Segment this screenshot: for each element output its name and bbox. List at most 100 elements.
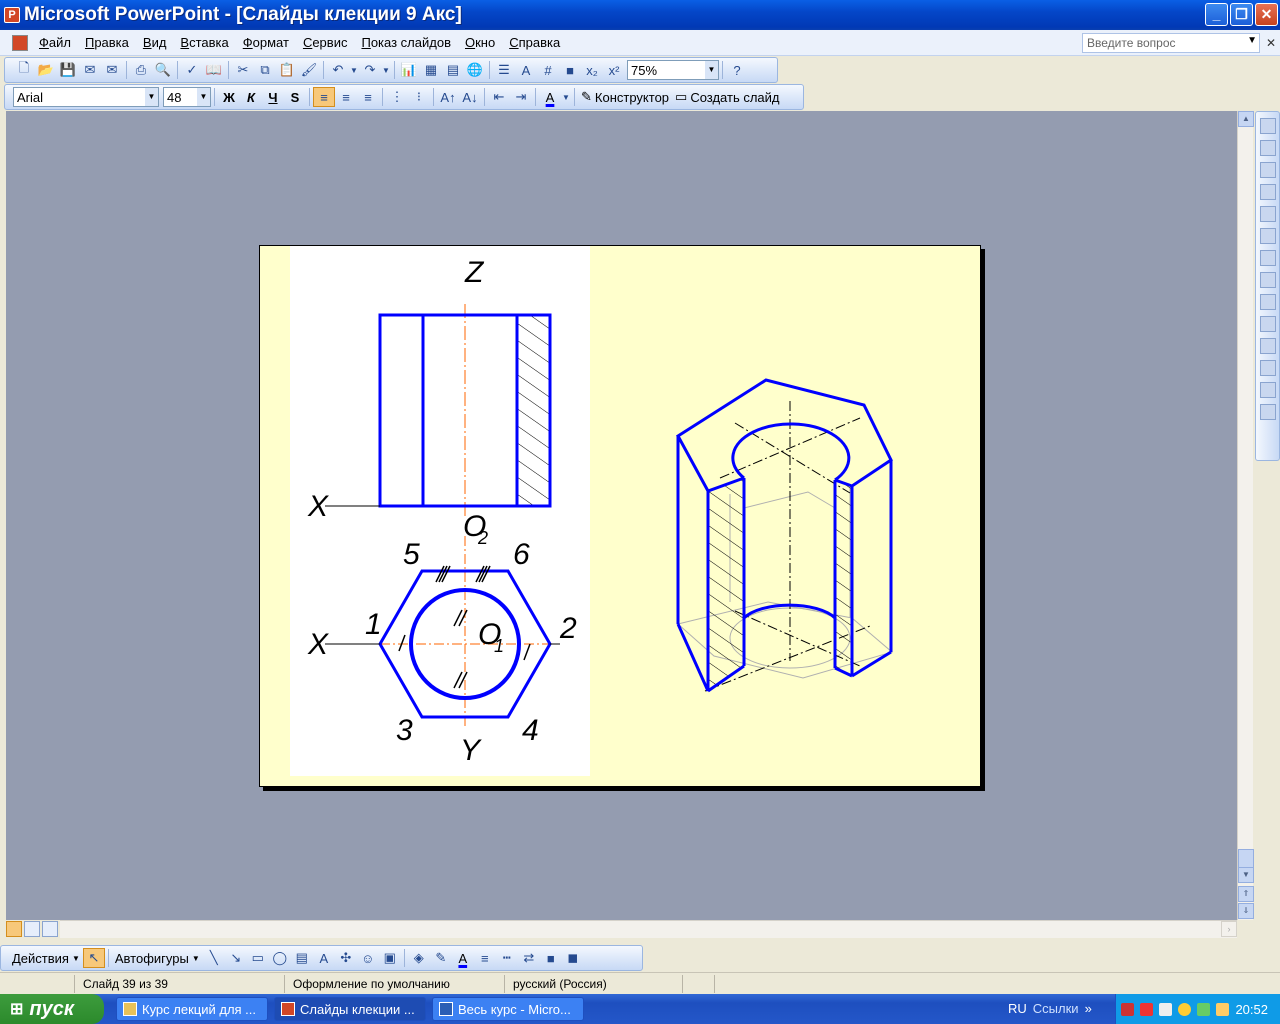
color-grayscale-icon[interactable]: ■ bbox=[559, 60, 581, 80]
language-bar[interactable]: RU Ссылки » bbox=[1008, 994, 1092, 1024]
save-icon[interactable]: 💾 bbox=[57, 60, 79, 80]
research-icon[interactable]: 📖 bbox=[203, 60, 225, 80]
slide-sorter-icon[interactable] bbox=[24, 921, 40, 937]
menu-edit[interactable]: Правка bbox=[78, 31, 136, 55]
task-word[interactable]: Весь курс - Micro... bbox=[432, 997, 584, 1021]
menu-insert[interactable]: Вставка bbox=[173, 31, 235, 55]
redo-dropdown-icon[interactable]: ▼ bbox=[381, 60, 391, 80]
print-icon[interactable]: ⎙ bbox=[130, 60, 152, 80]
format-painter-icon[interactable]: 🖌 bbox=[298, 60, 320, 80]
menu-format[interactable]: Формат bbox=[236, 31, 296, 55]
tray-app-icon[interactable] bbox=[1121, 1002, 1135, 1016]
menu-help[interactable]: Справка bbox=[502, 31, 567, 55]
chevron-down-icon[interactable]: ▼ bbox=[705, 61, 718, 79]
expand-all-icon[interactable]: ☰ bbox=[493, 60, 515, 80]
line-style-icon[interactable] bbox=[1259, 294, 1276, 310]
hyperlink-icon[interactable]: 🌐 bbox=[464, 60, 486, 80]
chevron-right-icon[interactable]: » bbox=[1085, 994, 1092, 1024]
chevron-down-icon[interactable]: ▼ bbox=[145, 88, 158, 106]
close-button[interactable]: ✕ bbox=[1255, 3, 1278, 26]
ask-question-input[interactable]: Введите вопрос ▼ bbox=[1082, 33, 1260, 53]
language-indicator[interactable]: RU bbox=[1008, 994, 1027, 1024]
underline-button[interactable]: Ч bbox=[262, 87, 284, 107]
copy-icon[interactable]: ⧉ bbox=[254, 60, 276, 80]
3d-style-icon[interactable]: ◼ bbox=[562, 948, 584, 968]
minimize-button[interactable]: _ bbox=[1205, 3, 1228, 26]
less-brightness-icon[interactable] bbox=[1259, 228, 1276, 244]
undo-dropdown-icon[interactable]: ▼ bbox=[349, 60, 359, 80]
start-button[interactable]: ⊞ пуск bbox=[0, 994, 104, 1024]
bullets-icon[interactable]: ⁝ bbox=[408, 87, 430, 107]
crop-icon[interactable] bbox=[1259, 250, 1276, 266]
print-preview-icon[interactable]: 🔍 bbox=[152, 60, 174, 80]
insert-picture-icon[interactable]: ▣ bbox=[379, 948, 401, 968]
actions-menu[interactable]: Действия ▼ bbox=[9, 951, 83, 966]
links-toolbar[interactable]: Ссылки bbox=[1033, 994, 1079, 1024]
menu-view[interactable]: Вид bbox=[136, 31, 174, 55]
slide[interactable]: Z X O 2 5 6 1 2 X O 1 3 4 Y bbox=[259, 245, 981, 787]
clipart-icon[interactable]: ☺ bbox=[357, 948, 379, 968]
picture-icon[interactable] bbox=[1259, 118, 1276, 134]
set-transparent-icon[interactable] bbox=[1259, 382, 1276, 398]
insert-table-icon[interactable]: ▦ bbox=[420, 60, 442, 80]
maximize-button[interactable]: ❐ bbox=[1230, 3, 1253, 26]
new-document-icon[interactable]: 🗋 bbox=[13, 60, 35, 80]
menu-file[interactable]: Файл bbox=[32, 31, 78, 55]
permission-icon[interactable]: ✉ bbox=[79, 60, 101, 80]
shadow-button[interactable]: S bbox=[284, 87, 306, 107]
chevron-down-icon[interactable]: ▼ bbox=[561, 87, 571, 107]
recolor-icon[interactable] bbox=[1259, 338, 1276, 354]
open-folder-icon[interactable]: 📂 bbox=[35, 60, 57, 80]
format-picture-icon[interactable] bbox=[1259, 360, 1276, 376]
spelling-icon[interactable]: ✓ bbox=[181, 60, 203, 80]
align-center-icon[interactable]: ≡ bbox=[335, 87, 357, 107]
document-close-icon[interactable]: ✕ bbox=[1266, 36, 1276, 50]
tray-messenger-icon[interactable] bbox=[1178, 1002, 1192, 1016]
next-slide-icon[interactable]: ⇓ bbox=[1238, 903, 1254, 919]
decrease-indent-icon[interactable]: ⇤ bbox=[488, 87, 510, 107]
increase-font-icon[interactable]: A↑ bbox=[437, 87, 459, 107]
normal-view-icon[interactable] bbox=[6, 921, 22, 937]
line-icon[interactable]: ╲ bbox=[203, 948, 225, 968]
chevron-down-icon[interactable]: ▼ bbox=[197, 88, 210, 106]
scroll-down-icon[interactable]: ▼ bbox=[1238, 867, 1254, 883]
less-contrast-icon[interactable] bbox=[1259, 184, 1276, 200]
powerpoint-app-icon[interactable]: P bbox=[4, 7, 20, 23]
color-icon[interactable] bbox=[1259, 140, 1276, 156]
wordart-icon[interactable]: A bbox=[313, 948, 335, 968]
font-color-icon[interactable]: A bbox=[539, 87, 561, 107]
oval-icon[interactable]: ◯ bbox=[269, 948, 291, 968]
rectangle-icon[interactable]: ▭ bbox=[247, 948, 269, 968]
scroll-right-icon[interactable]: › bbox=[1221, 921, 1237, 937]
tray-antivirus-icon[interactable] bbox=[1140, 1002, 1154, 1016]
chevron-down-icon[interactable]: ▼ bbox=[1247, 35, 1257, 46]
menu-window[interactable]: Окно bbox=[458, 31, 502, 55]
decrease-font-icon[interactable]: A↓ bbox=[459, 87, 481, 107]
reset-picture-icon[interactable] bbox=[1259, 404, 1276, 420]
arrow-icon[interactable]: ↘ bbox=[225, 948, 247, 968]
diagram-icon[interactable]: ✣ bbox=[335, 948, 357, 968]
dash-style-icon[interactable]: ┅ bbox=[496, 948, 518, 968]
cut-icon[interactable]: ✂ bbox=[232, 60, 254, 80]
menu-tools[interactable]: Сервис bbox=[296, 31, 355, 55]
insert-chart-icon[interactable]: 📊 bbox=[398, 60, 420, 80]
help-icon[interactable]: ? bbox=[726, 60, 748, 80]
autoshapes-menu[interactable]: Автофигуры ▼ bbox=[112, 951, 203, 966]
italic-button[interactable]: К bbox=[240, 87, 262, 107]
undo-icon[interactable]: ↶ bbox=[327, 60, 349, 80]
increase-indent-icon[interactable]: ⇥ bbox=[510, 87, 532, 107]
redo-icon[interactable]: ↷ bbox=[359, 60, 381, 80]
menu-slideshow[interactable]: Показ слайдов bbox=[354, 31, 458, 55]
show-formatting-icon[interactable]: A bbox=[515, 60, 537, 80]
task-powerpoint[interactable]: Слайды клекции ... bbox=[274, 997, 426, 1021]
paste-icon[interactable]: 📋 bbox=[276, 60, 298, 80]
designer-button[interactable]: ✎ Конструктор bbox=[578, 89, 672, 105]
email-icon[interactable]: ✉ bbox=[101, 60, 123, 80]
vertical-scrollbar[interactable]: ▲ ▼ ⇑ ⇓ bbox=[1237, 111, 1254, 920]
slideshow-view-icon[interactable] bbox=[42, 921, 58, 937]
bold-button[interactable]: Ж bbox=[218, 87, 240, 107]
scroll-up-icon[interactable]: ▲ bbox=[1238, 111, 1254, 127]
subscript-icon[interactable]: x₂ bbox=[581, 60, 603, 80]
show-grid-icon[interactable]: # bbox=[537, 60, 559, 80]
font-select[interactable]: Arial ▼ bbox=[13, 87, 159, 107]
